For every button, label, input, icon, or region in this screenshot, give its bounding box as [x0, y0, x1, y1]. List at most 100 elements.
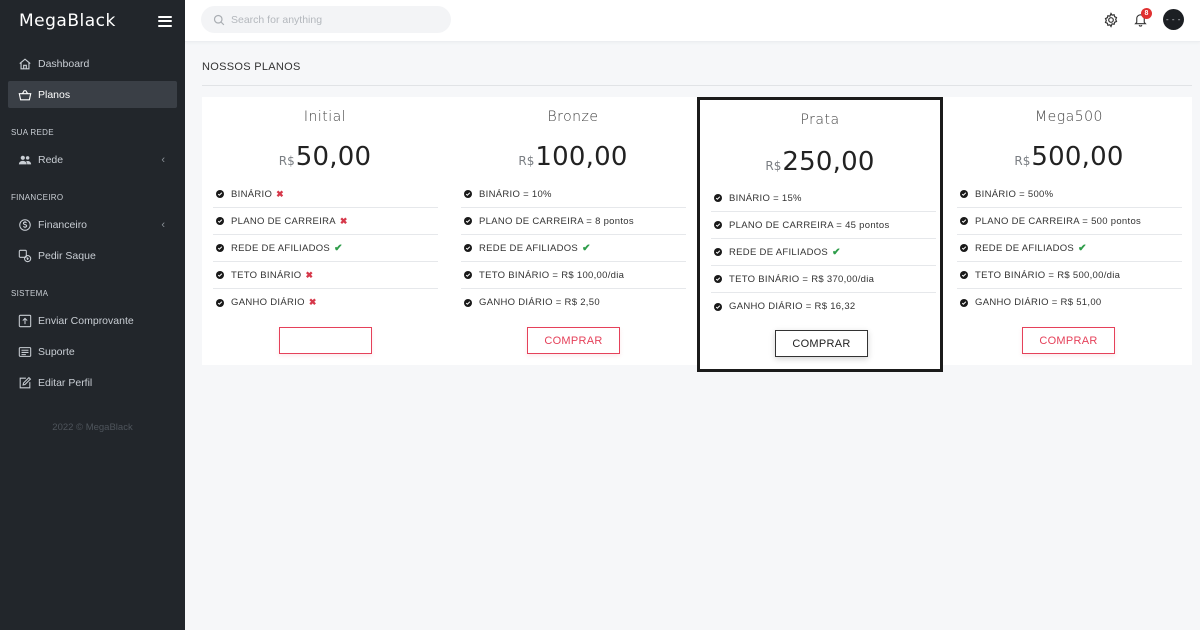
- buy-button-prata[interactable]: COMPRAR: [775, 330, 868, 357]
- check-circle-icon: [960, 244, 968, 252]
- search-input[interactable]: [231, 13, 431, 26]
- plan-card-prata: Prata R$250,00 BINÁRIO = 15% PLANO DE CA…: [697, 97, 943, 372]
- feature-item: REDE DE AFILIADOS ✔: [461, 235, 686, 262]
- feature-item: REDE DE AFILIADOS ✔: [711, 239, 936, 266]
- feature-label: GANHO DIÁRIO = R$ 51,00: [975, 297, 1102, 308]
- feature-item: BINÁRIO = 15%: [711, 185, 936, 212]
- feature-item: REDE DE AFILIADOS ✔: [957, 235, 1182, 262]
- feature-item: BINÁRIO = 500%: [957, 181, 1182, 208]
- sidebar: MegaBlack Dashboard Planos SUA REDE Rede…: [0, 0, 185, 630]
- currency-symbol: R$: [278, 154, 295, 168]
- basket-icon: [18, 88, 32, 102]
- sidebar-item-rede[interactable]: Rede ‹: [8, 146, 177, 173]
- support-icon: [18, 345, 32, 359]
- feature-item: TETO BINÁRIO = R$ 370,00/dia: [711, 266, 936, 293]
- sidebar-item-pedir-saque[interactable]: Pedir Saque: [8, 242, 177, 269]
- price-value: 50,00: [295, 142, 372, 172]
- menu-toggle-icon[interactable]: [158, 15, 172, 27]
- sidebar-item-label: Rede: [38, 153, 64, 166]
- plan-card-initial: Initial R$50,00 BINÁRIO ✖ PLANO DE CARREI…: [202, 97, 448, 365]
- sidebar-footer: 2022 © MegaBlack: [52, 422, 133, 433]
- sidebar-item-label: Suporte: [38, 345, 75, 358]
- x-mark-icon: ✖: [305, 269, 314, 280]
- notification-badge: 8: [1141, 8, 1152, 19]
- feature-label: BINÁRIO = 10%: [479, 188, 552, 200]
- brand-logo[interactable]: MegaBlack: [19, 11, 116, 31]
- feature-item: TETO BINÁRIO ✖: [213, 262, 438, 289]
- check-circle-icon: [960, 217, 968, 225]
- check-circle-icon: [714, 302, 722, 311]
- plan-name: Mega500: [1035, 109, 1103, 125]
- buy-button-bronze[interactable]: COMPRAR: [527, 327, 620, 354]
- section-label-financeiro: FINANCEIRO: [11, 193, 64, 202]
- sidebar-item-financeiro[interactable]: Financeiro ‹: [8, 211, 177, 238]
- search-icon: [213, 14, 225, 25]
- check-circle-icon: [960, 298, 968, 307]
- check-circle-icon: [216, 244, 224, 252]
- feature-item: BINÁRIO ✖: [213, 181, 438, 208]
- check-circle-icon: [464, 271, 472, 279]
- x-mark-icon: ✖: [308, 297, 317, 307]
- buy-button-initial[interactable]: [279, 327, 372, 354]
- sidebar-item-label: Dashboard: [38, 57, 90, 70]
- feature-label: BINÁRIO: [231, 188, 273, 200]
- feature-label: REDE DE AFILIADOS: [479, 242, 579, 254]
- notifications-bell-icon[interactable]: 8: [1133, 8, 1152, 28]
- check-circle-icon: [714, 275, 722, 283]
- users-icon: [18, 153, 32, 167]
- feature-label: PLANO DE CARREIRA = 45 pontos: [729, 219, 890, 231]
- sidebar-item-suporte[interactable]: Suporte: [8, 338, 177, 365]
- feature-item: PLANO DE CARREIRA = 8 pontos: [461, 208, 686, 235]
- chevron-left-icon: ‹: [161, 153, 165, 166]
- sidebar-item-planos[interactable]: Planos: [8, 81, 177, 108]
- sidebar-item-editar-perfil[interactable]: Editar Perfil: [8, 369, 177, 396]
- sidebar-item-dashboard[interactable]: Dashboard: [8, 50, 177, 77]
- sidebar-item-label: Financeiro: [38, 218, 88, 231]
- feature-label: GANHO DIÁRIO = R$ 2,50: [479, 297, 600, 308]
- checkmark-icon: ✔: [832, 246, 841, 258]
- upload-icon: [18, 314, 32, 328]
- sidebar-item-label: Planos: [38, 88, 71, 101]
- plan-card-bronze: Bronze R$100,00 BINÁRIO = 10% PLANO DE C…: [450, 97, 696, 365]
- check-circle-icon: [714, 248, 722, 256]
- plan-price: R$500,00: [946, 142, 1192, 172]
- feature-item: TETO BINÁRIO = R$ 500,00/dia: [957, 262, 1182, 289]
- checkmark-icon: ✔: [1078, 242, 1087, 254]
- plan-price: R$250,00: [700, 147, 940, 177]
- feature-label: REDE DE AFILIADOS: [231, 242, 331, 254]
- x-mark-icon: ✖: [276, 188, 285, 199]
- check-circle-icon: [464, 190, 472, 198]
- feature-label: GANHO DIÁRIO = R$ 16,32: [729, 301, 856, 312]
- section-label-sua-rede: SUA REDE: [11, 128, 54, 137]
- plan-price: R$50,00: [202, 142, 448, 172]
- feature-label: REDE DE AFILIADOS: [729, 246, 829, 258]
- feature-label: PLANO DE CARREIRA: [231, 215, 336, 227]
- sidebar-item-enviar-comprovante[interactable]: Enviar Comprovante: [8, 307, 177, 334]
- buy-button-mega500[interactable]: COMPRAR: [1022, 327, 1115, 354]
- feature-label: TETO BINÁRIO = R$ 500,00/dia: [975, 269, 1121, 281]
- feature-label: TETO BINÁRIO = R$ 100,00/dia: [479, 269, 625, 281]
- feature-item: TETO BINÁRIO = R$ 100,00/dia: [461, 262, 686, 289]
- withdraw-icon: [18, 249, 32, 263]
- currency-symbol: R$: [1014, 154, 1031, 168]
- feature-label: TETO BINÁRIO = R$ 370,00/dia: [729, 273, 875, 285]
- feature-item: REDE DE AFILIADOS ✔: [213, 235, 438, 262]
- currency-symbol: R$: [518, 154, 535, 168]
- check-circle-icon: [216, 217, 224, 225]
- check-circle-icon: [714, 194, 722, 202]
- sidebar-item-label: Enviar Comprovante: [38, 314, 134, 327]
- checkmark-icon: ✔: [334, 242, 343, 254]
- feature-label: PLANO DE CARREIRA = 8 pontos: [479, 215, 634, 227]
- feature-label: PLANO DE CARREIRA = 500 pontos: [975, 215, 1142, 227]
- feature-label: BINÁRIO = 500%: [975, 188, 1054, 200]
- avatar[interactable]: - - -: [1163, 9, 1184, 30]
- check-circle-icon: [464, 244, 472, 252]
- check-circle-icon: [216, 271, 224, 279]
- check-circle-icon: [714, 221, 722, 229]
- settings-gear-icon[interactable]: [1103, 12, 1119, 28]
- feature-item: GANHO DIÁRIO = R$ 16,32: [711, 293, 936, 320]
- page-title: NOSSOS PLANOS: [202, 61, 301, 73]
- feature-label: TETO BINÁRIO: [231, 269, 302, 281]
- currency-symbol: R$: [765, 159, 782, 173]
- topbar: 8 - - -: [185, 0, 1200, 42]
